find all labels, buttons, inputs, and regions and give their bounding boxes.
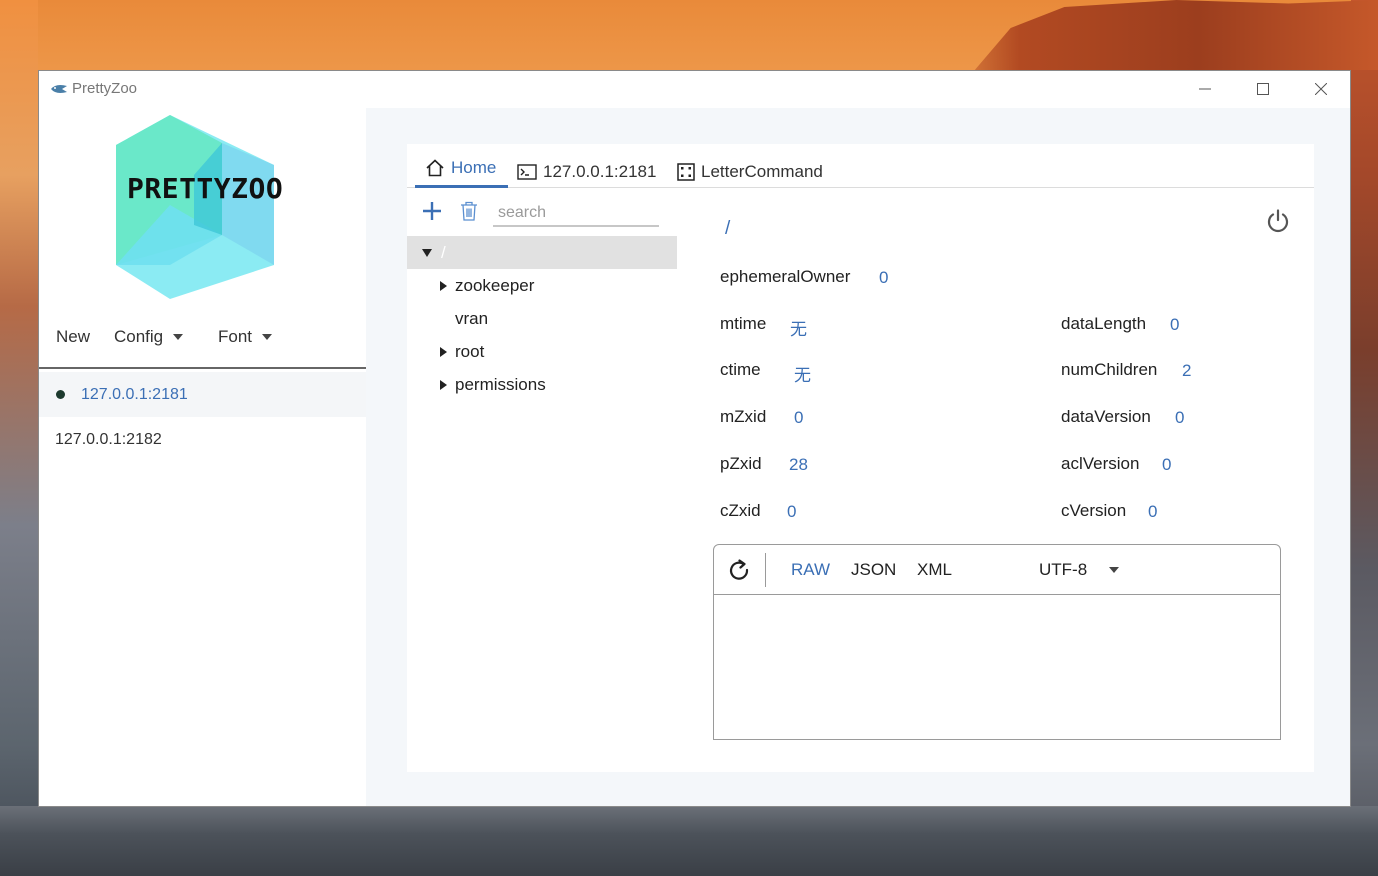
prettyzoo-logo-icon <box>116 115 274 299</box>
close-icon <box>1315 83 1327 95</box>
node-path: / <box>725 218 731 239</box>
format-json-button[interactable]: JSON <box>851 560 896 580</box>
minimize-button[interactable] <box>1176 71 1234 107</box>
collapsed-arrow-icon[interactable] <box>440 346 447 357</box>
search-input[interactable] <box>493 201 659 227</box>
desktop-background-top <box>974 0 1378 70</box>
num-children-label: numChildren <box>1061 360 1158 379</box>
maximize-icon <box>1257 83 1269 95</box>
server-item-2182[interactable]: 127.0.0.1:2182 <box>39 417 366 462</box>
close-button[interactable] <box>1292 71 1350 107</box>
ctime-label: ctime <box>720 360 761 379</box>
format-raw-button[interactable]: RAW <box>791 560 830 580</box>
minimize-icon <box>1199 88 1211 90</box>
tree-toolbar <box>407 188 677 234</box>
acl-version-label: aclVersion <box>1061 454 1140 473</box>
czxid-value: 0 <box>787 502 797 521</box>
sidebar-menu: New Config Font <box>39 327 366 367</box>
toolbar-divider <box>765 553 766 587</box>
mzxid-value: 0 <box>794 408 804 427</box>
tab-label: Home <box>451 158 497 177</box>
app-window: PrettyZoo PRETTYZOO New Config Font 127.… <box>38 70 1351 807</box>
tree-node-root[interactable]: / <box>407 236 677 269</box>
power-icon[interactable] <box>1265 208 1291 234</box>
data-version-value: 0 <box>1175 408 1185 427</box>
window-title: PrettyZoo <box>72 80 138 97</box>
new-label: New <box>56 327 91 346</box>
add-node-icon[interactable] <box>421 200 443 222</box>
charset-value: UTF-8 <box>1039 560 1088 579</box>
chevron-down-icon <box>262 334 273 340</box>
sidebar: PRETTYZOO New Config Font 127.0.0.1:2181… <box>39 108 366 806</box>
chevron-down-icon <box>1109 567 1120 573</box>
expanded-arrow-icon[interactable] <box>422 248 432 257</box>
editor-content[interactable] <box>714 596 1280 739</box>
data-length-label: dataLength <box>1061 314 1147 333</box>
desktop-background-bottom <box>0 806 1378 876</box>
tab-letter-command[interactable]: LetterCommand <box>677 162 823 182</box>
data-editor: RAW JSON XML UTF-8 <box>713 544 1281 740</box>
tree-node-label: / <box>441 242 446 262</box>
tree-node-label: permissions <box>455 374 546 394</box>
c-version-value: 0 <box>1148 502 1158 521</box>
main-area: Home 127.0.0.1:2181 LetterCommand search… <box>366 108 1350 806</box>
c-version-label: cVersion <box>1061 501 1127 520</box>
refresh-icon[interactable] <box>728 559 750 581</box>
editor-toolbar: RAW JSON XML UTF-8 <box>714 545 1280 595</box>
node-detail: / ephemeralOwner 0 mtime 无 ctime 无 mZxid… <box>707 188 1314 772</box>
server-label: 127.0.0.1:2181 <box>81 385 188 403</box>
num-children-value: 2 <box>1182 361 1192 380</box>
collapsed-arrow-icon[interactable] <box>440 280 447 291</box>
czxid-label: cZxid <box>720 501 761 520</box>
tab-home[interactable]: Home <box>425 158 496 178</box>
tree-node-label: root <box>455 341 485 361</box>
pzxid-value: 28 <box>789 455 808 474</box>
tree-node-root-child[interactable]: root <box>407 335 677 368</box>
tree-node-zookeeper[interactable]: zookeeper <box>407 269 677 302</box>
sidebar-divider <box>39 367 366 369</box>
server-item-2181[interactable]: 127.0.0.1:2181 <box>39 372 366 417</box>
config-menu[interactable]: Config <box>114 327 184 347</box>
mtime-label: mtime <box>720 314 767 333</box>
pzxid-label: pZxid <box>720 454 762 473</box>
trash-icon[interactable] <box>458 200 480 222</box>
terminal-icon <box>517 164 537 180</box>
font-menu[interactable]: Font <box>218 327 273 347</box>
tab-bar: Home 127.0.0.1:2181 LetterCommand <box>407 144 1314 188</box>
charset-select[interactable]: UTF-8 <box>1039 560 1120 580</box>
data-version-label: dataVersion <box>1061 407 1151 426</box>
tree-node-label: vran <box>455 308 489 328</box>
mzxid-label: mZxid <box>720 407 767 426</box>
config-label: Config <box>114 327 164 346</box>
logo-text: PRETTYZOO <box>127 172 284 205</box>
tree-node-permissions[interactable]: permissions <box>407 368 677 401</box>
title-bar[interactable]: PrettyZoo <box>39 71 1350 108</box>
app-icon <box>51 85 67 93</box>
mtime-value: 无 <box>790 320 807 339</box>
tab-label: LetterCommand <box>701 162 823 181</box>
home-icon <box>426 159 444 177</box>
new-button[interactable]: New <box>56 327 90 347</box>
font-label: Font <box>218 327 253 346</box>
collapsed-arrow-icon[interactable] <box>440 379 447 390</box>
maximize-button[interactable] <box>1234 71 1292 107</box>
tree-node-vran[interactable]: vran <box>407 302 677 335</box>
data-length-value: 0 <box>1170 315 1180 334</box>
ephemeral-owner-label: ephemeralOwner <box>720 267 851 286</box>
format-xml-button[interactable]: XML <box>917 560 952 580</box>
server-label: 127.0.0.1:2182 <box>55 430 162 448</box>
connected-status-icon <box>56 390 65 399</box>
tree-node-label: zookeeper <box>455 275 535 295</box>
tab-server-2181[interactable]: 127.0.0.1:2181 <box>517 162 656 182</box>
dice-icon <box>677 163 695 181</box>
desktop-background-right <box>1351 0 1378 876</box>
desktop-background-left <box>0 0 38 876</box>
content-panel: Home 127.0.0.1:2181 LetterCommand search… <box>407 144 1314 772</box>
ephemeral-owner-value: 0 <box>879 268 889 287</box>
chevron-down-icon <box>173 334 184 340</box>
tab-label: 127.0.0.1:2181 <box>543 162 657 181</box>
ctime-value: 无 <box>794 366 811 385</box>
acl-version-value: 0 <box>1162 455 1172 474</box>
